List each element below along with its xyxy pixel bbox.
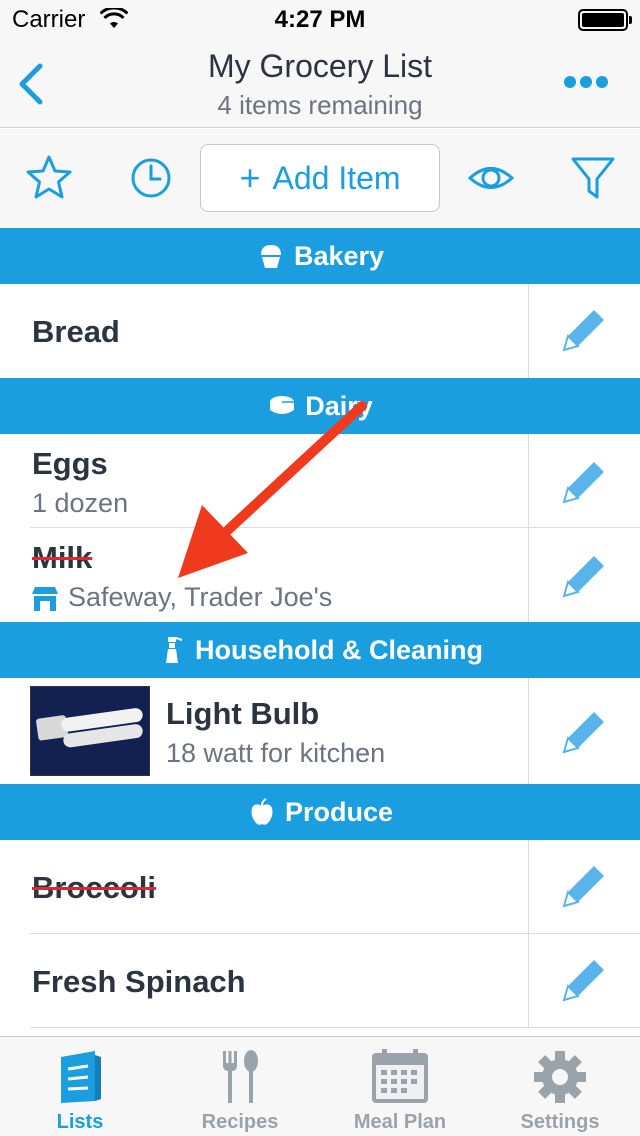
section-header-household[interactable]: Household & Cleaning	[0, 622, 640, 678]
star-icon[interactable]	[24, 153, 74, 203]
tab-recipes[interactable]: Recipes	[160, 1037, 320, 1136]
spray-bottle-icon	[165, 637, 183, 663]
tab-label: Lists	[56, 1111, 104, 1133]
add-item-label: Add Item	[272, 159, 401, 196]
items-remaining-subtitle: 4 items remaining	[217, 90, 423, 120]
cupcake-icon	[260, 245, 281, 268]
tab-label: Recipes	[201, 1111, 279, 1133]
section-label: Household & Cleaning	[194, 634, 483, 665]
edit-pencil-icon[interactable]	[556, 456, 610, 510]
tab-settings[interactable]: Settings	[480, 1037, 640, 1136]
page-title: My Grocery List	[207, 48, 433, 84]
item-title: Eggs	[32, 446, 108, 481]
edit-pencil-icon[interactable]	[556, 550, 610, 604]
edit-pencil-icon[interactable]	[556, 304, 610, 358]
status-bar: Carrier 4:27 PM	[0, 0, 640, 40]
item-note: 18 watt for kitchen	[166, 738, 386, 768]
lists-icon	[61, 1051, 101, 1103]
item-title-crossed-out: Broccoli	[32, 870, 157, 905]
battery-icon	[578, 9, 632, 31]
fork-spoon-icon	[223, 1050, 258, 1103]
list-item-broccoli[interactable]: Broccoli	[0, 840, 640, 934]
clock-icon[interactable]	[126, 153, 176, 203]
list-item-light-bulb[interactable]: Light Bulb 18 watt for kitchen	[0, 678, 640, 784]
add-item-button[interactable]: + Add Item	[200, 144, 440, 212]
tab-meal-plan[interactable]: Meal Plan	[320, 1037, 480, 1136]
filter-funnel-icon[interactable]	[568, 153, 618, 203]
edit-pencil-icon[interactable]	[556, 954, 610, 1008]
item-note: 1 dozen	[32, 488, 129, 518]
store-icon	[32, 587, 58, 611]
tab-label: Meal Plan	[353, 1111, 447, 1133]
list-item-fresh-spinach[interactable]: Fresh Spinach	[0, 934, 640, 1028]
light-bulb-image	[31, 687, 149, 775]
calendar-icon	[372, 1049, 428, 1103]
status-time: 4:27 PM	[274, 6, 366, 33]
item-title: Light Bulb	[166, 696, 320, 731]
section-label: Dairy	[305, 390, 373, 421]
cheese-icon	[270, 396, 295, 414]
eye-icon[interactable]	[466, 153, 516, 203]
section-label: Produce	[284, 796, 394, 827]
edit-pencil-icon[interactable]	[556, 706, 610, 760]
item-title-crossed-out: Milk	[32, 540, 93, 575]
item-title: Fresh Spinach	[32, 964, 246, 999]
section-header-produce[interactable]: Produce	[0, 784, 640, 840]
tab-bar: Lists Recipes Meal Plan Settings	[0, 1036, 640, 1136]
section-label: Bakery	[293, 240, 385, 271]
plus-icon: +	[239, 157, 261, 198]
list-toolbar: + Add Item	[0, 129, 640, 227]
edit-pencil-icon[interactable]	[556, 860, 610, 914]
list-item-eggs[interactable]: Eggs 1 dozen	[0, 434, 640, 528]
item-title: Bread	[32, 314, 120, 349]
tab-lists[interactable]: Lists	[0, 1037, 160, 1136]
apple-icon	[251, 798, 273, 825]
navigation-bar: My Grocery List 4 items remaining	[0, 40, 640, 128]
section-header-dairy[interactable]: Dairy	[0, 378, 640, 434]
gear-icon	[534, 1051, 586, 1103]
list-item-milk[interactable]: Milk Safeway, Trader Joe's	[0, 528, 640, 622]
more-options-icon[interactable]	[562, 70, 610, 94]
list-item-bread[interactable]: Bread	[0, 284, 640, 378]
tab-label: Settings	[520, 1111, 600, 1133]
item-photo-light-bulb[interactable]	[30, 686, 150, 776]
item-stores: Safeway, Trader Joe's	[68, 582, 333, 612]
section-header-bakery[interactable]: Bakery	[0, 228, 640, 284]
